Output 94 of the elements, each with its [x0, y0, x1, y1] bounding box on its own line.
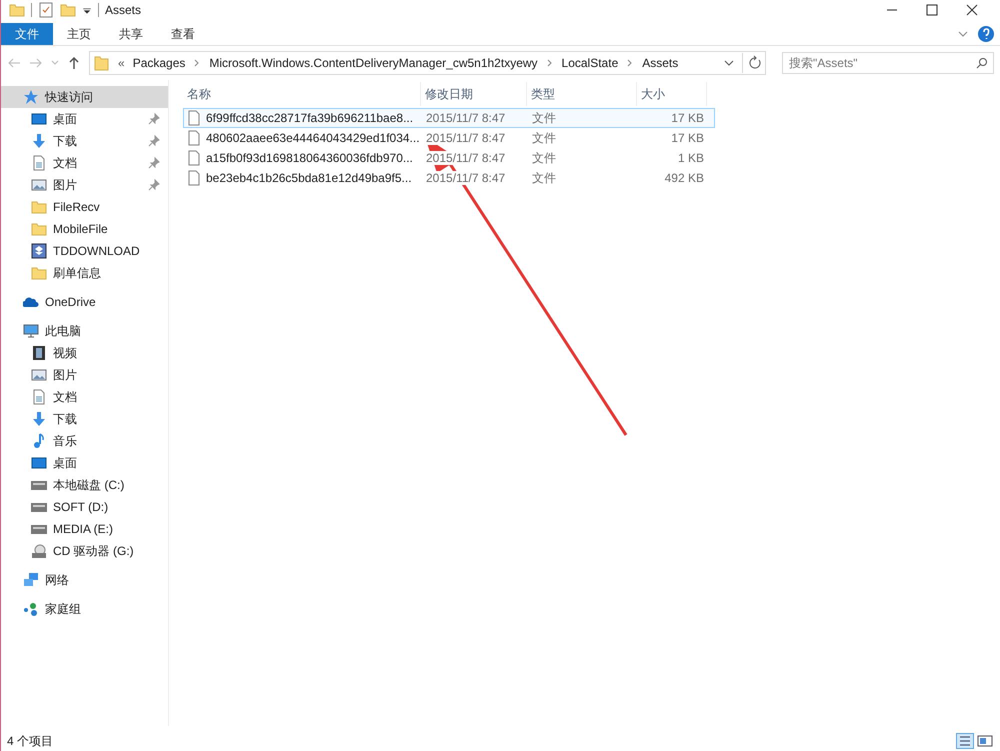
- breadcrumb[interactable]: Microsoft.Windows.ContentDeliveryManager_cw5n1h2txyewy: [209, 56, 538, 70]
- checklist-icon[interactable]: [38, 2, 54, 18]
- close-icon[interactable]: [966, 4, 978, 16]
- computer-icon: [23, 323, 39, 339]
- sidebar-item[interactable]: 下载: [1, 408, 168, 430]
- breadcrumb[interactable]: Assets: [642, 56, 678, 70]
- breadcrumb[interactable]: LocalState: [562, 56, 618, 70]
- star-icon: [23, 89, 39, 105]
- sidebar-item[interactable]: 桌面: [1, 452, 168, 474]
- pin-icon[interactable]: [148, 135, 160, 147]
- chevron-icon[interactable]: [626, 59, 634, 67]
- sidebar-item[interactable]: 本地磁盘 (C:): [1, 474, 168, 496]
- file-icon: [186, 130, 202, 146]
- down-arrow-icon: [31, 133, 47, 149]
- new-folder-icon[interactable]: [60, 2, 76, 18]
- folder-icon: [94, 55, 110, 71]
- window-title: Assets: [105, 3, 142, 17]
- address-bar[interactable]: « Packages Microsoft.Windows.ContentDeliveryManager_cw5n1h2txyewy LocalState Assets: [89, 51, 766, 75]
- file-row[interactable]: 480602aaee63e44464043429ed1f034... 2015/11/7 8:47 文件 17 KB: [183, 128, 715, 148]
- box-icon: [31, 243, 47, 259]
- sidebar-item[interactable]: 视频: [1, 342, 168, 364]
- ribbon-tab[interactable]: 文件: [1, 23, 53, 45]
- file-row[interactable]: a15fb0f93d169818064360036fdb970... 2015/11/7 8:47 文件 1 KB: [183, 148, 715, 168]
- file-row[interactable]: 6f99ffcd38cc28717fa39b696211bae8... 2015/11/7 8:47 文件 17 KB: [183, 108, 715, 128]
- file-icon: [186, 170, 202, 186]
- file-name: a15fb0f93d169818064360036fdb970...: [206, 151, 413, 165]
- sidebar-item[interactable]: TDDOWNLOAD: [1, 240, 168, 262]
- folder-icon: [31, 199, 47, 215]
- picture-icon: [31, 177, 47, 193]
- file-icon: [186, 150, 202, 166]
- folder-icon: [31, 265, 47, 281]
- maximize-icon[interactable]: [926, 4, 938, 16]
- picture-icon: [31, 367, 47, 383]
- folder-icon[interactable]: [9, 2, 25, 18]
- sidebar-item[interactable]: 图片: [1, 174, 168, 196]
- sidebar-item[interactable]: 刷单信息: [1, 262, 168, 284]
- cd-drive-icon: [31, 543, 47, 559]
- sidebar-item[interactable]: 此电脑: [1, 320, 168, 342]
- ribbon-tab[interactable]: 共享: [105, 23, 157, 45]
- sidebar-item[interactable]: MobileFile: [1, 218, 168, 240]
- forward-button[interactable]: [29, 56, 43, 70]
- sidebar-item[interactable]: 下载: [1, 130, 168, 152]
- network-icon: [23, 572, 39, 588]
- pin-icon[interactable]: [148, 157, 160, 169]
- down-arrow-icon: [31, 411, 47, 427]
- details-view-icon[interactable]: [956, 733, 974, 749]
- breadcrumb[interactable]: Packages: [132, 56, 186, 70]
- overflow-chevron[interactable]: «: [118, 56, 125, 70]
- sidebar-item[interactable]: 文档: [1, 152, 168, 174]
- sidebar-item[interactable]: CD 驱动器 (G:): [1, 540, 168, 562]
- homegroup-icon: [23, 601, 39, 617]
- pin-icon[interactable]: [148, 179, 160, 191]
- item-count: 4 个项目: [7, 732, 54, 750]
- up-button[interactable]: [67, 56, 81, 70]
- column-header[interactable]: 名称: [183, 82, 421, 106]
- column-header[interactable]: 大小: [637, 82, 707, 106]
- file-row[interactable]: be23eb4c1b26c5bda81e12d49ba9f5... 2015/11/7 8:47 文件 492 KB: [183, 168, 715, 188]
- sidebar-item[interactable]: MEDIA (E:): [1, 518, 168, 540]
- sidebar-item[interactable]: FileRecv: [1, 196, 168, 218]
- sidebar-item[interactable]: 桌面: [1, 108, 168, 130]
- folder-icon: [31, 221, 47, 237]
- sidebar-item[interactable]: OneDrive: [1, 291, 168, 313]
- search-icon[interactable]: [976, 57, 988, 69]
- ribbon-tab[interactable]: 查看: [157, 23, 209, 45]
- file-name: be23eb4c1b26c5bda81e12d49ba9f5...: [206, 171, 412, 185]
- file-icon: [186, 110, 202, 126]
- sidebar-item[interactable]: 文档: [1, 386, 168, 408]
- sidebar-item[interactable]: 音乐: [1, 430, 168, 452]
- sidebar-item[interactable]: SOFT (D:): [1, 496, 168, 518]
- history-dropdown-icon[interactable]: [724, 58, 734, 68]
- document-icon: [31, 155, 47, 171]
- expand-ribbon-icon[interactable]: [958, 29, 968, 39]
- film-icon: [31, 345, 47, 361]
- help-icon[interactable]: [978, 26, 994, 42]
- sidebar-item[interactable]: 家庭组: [1, 598, 168, 620]
- monitor-icon: [31, 455, 47, 471]
- back-button[interactable]: [7, 56, 21, 70]
- file-name: 6f99ffcd38cc28717fa39b696211bae8...: [206, 111, 414, 125]
- sidebar-item[interactable]: 快速访问: [1, 86, 168, 108]
- monitor-icon: [31, 111, 47, 127]
- search-field[interactable]: 搜索"Assets": [782, 52, 994, 74]
- sidebar-item[interactable]: 网络: [1, 569, 168, 591]
- document-icon: [31, 389, 47, 405]
- chevron-icon[interactable]: [546, 59, 554, 67]
- pin-icon[interactable]: [148, 113, 160, 125]
- tiles-view-icon[interactable]: [976, 733, 994, 749]
- music-note-icon: [31, 433, 47, 449]
- recent-dropdown[interactable]: [51, 59, 59, 67]
- column-header[interactable]: 类型: [527, 82, 637, 106]
- chevron-icon[interactable]: [193, 59, 202, 67]
- sidebar-item[interactable]: 图片: [1, 364, 168, 386]
- ribbon-tab[interactable]: 主页: [53, 23, 105, 45]
- column-header[interactable]: 修改日期: [421, 82, 527, 106]
- file-name: 480602aaee63e44464043429ed1f034...: [206, 131, 420, 145]
